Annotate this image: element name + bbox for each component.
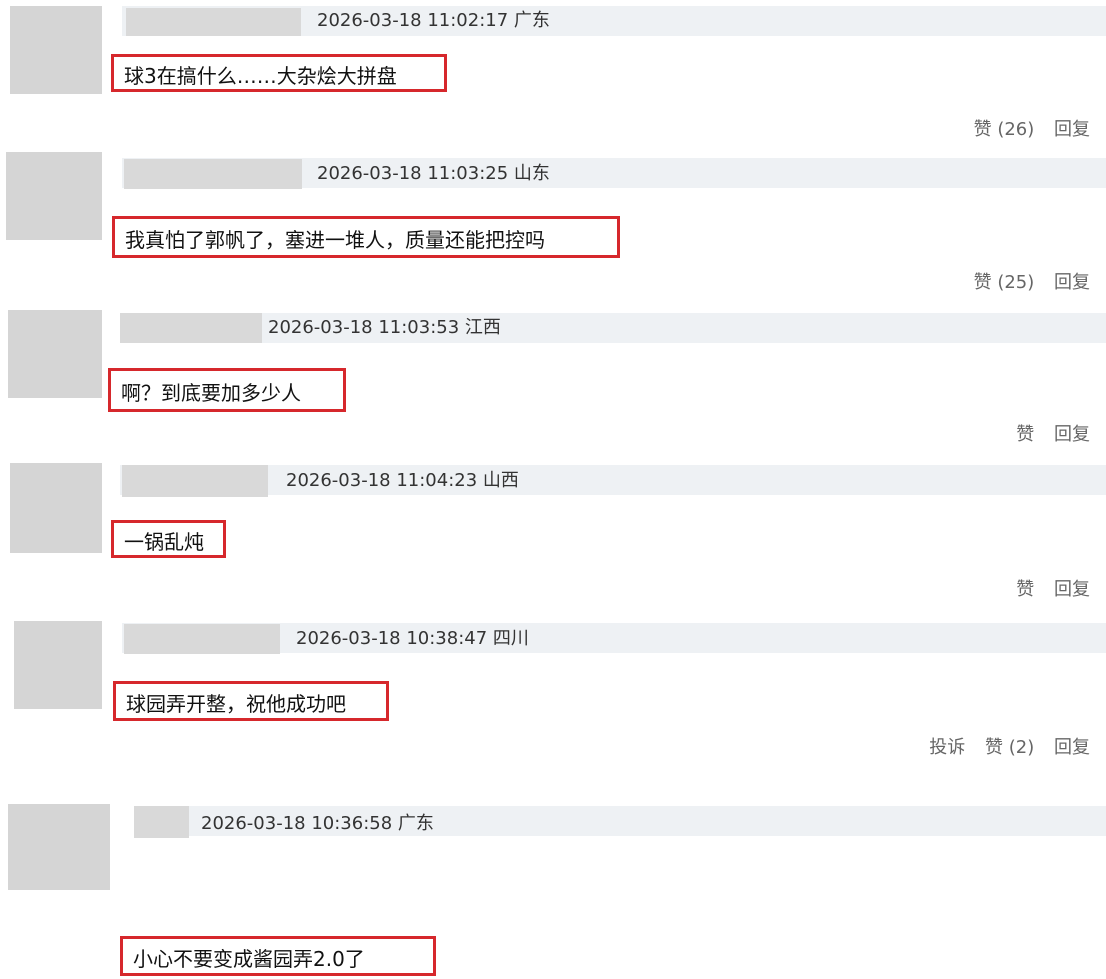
like-label: 赞 [973,119,992,140]
comment-actions: 赞 (25) 回复 [960,268,1090,294]
like-button[interactable]: 赞 [1016,424,1034,445]
location: 广东 [513,10,550,31]
location: 江西 [464,317,501,338]
comment-meta: 2026-03-18 10:36:58 广东 [201,812,434,836]
like-button[interactable]: 赞 (26) [974,119,1035,140]
timestamp: 2026-03-18 11:04:23 [286,470,478,491]
username-redacted[interactable] [124,624,280,654]
reply-button[interactable]: 回复 [1054,579,1090,600]
like-label: 赞 [1016,424,1035,445]
username-redacted[interactable] [126,8,301,36]
avatar[interactable] [10,463,102,553]
like-count: (25) [997,272,1035,293]
reply-button[interactable]: 回复 [1054,272,1090,293]
comment-text: 球园弄开整，祝他成功吧 [113,681,389,721]
timestamp: 2026-03-18 10:36:58 [201,813,393,834]
comment-item: 2026-03-18 11:03:53 江西 啊？到底要加多少人 赞 回复 [0,305,1106,460]
comment-text: 小心不要变成酱园弄2.0了 [120,936,436,976]
location: 四川 [492,628,529,649]
avatar[interactable] [14,621,102,709]
timestamp: 2026-03-18 11:03:53 [268,317,460,338]
comment-text: 球3在搞什么……大杂烩大拼盘 [111,54,447,92]
reply-button[interactable]: 回复 [1054,424,1090,445]
avatar[interactable] [8,804,110,890]
comment-item: 2026-03-18 10:38:47 四川 球园弄开整，祝他成功吧 投诉 赞 … [0,615,1106,800]
username-redacted[interactable] [122,465,268,497]
like-count: (26) [997,119,1035,140]
like-label: 赞 [1016,579,1035,600]
comment-item: 2026-03-18 11:02:17 广东 球3在搞什么……大杂烩大拼盘 赞 … [0,0,1106,150]
avatar[interactable] [8,310,102,398]
comment-meta: 2026-03-18 10:38:47 四川 [296,627,529,651]
comment-meta: 2026-03-18 11:02:17 广东 [317,9,550,33]
comment-text: 啊？到底要加多少人 [108,368,346,412]
like-button[interactable]: 赞 (25) [974,272,1035,293]
comment-item: 2026-03-18 11:03:25 山东 我真怕了郭帆了，塞进一堆人，质量还… [0,150,1106,305]
location: 广东 [397,813,434,834]
comment-meta: 2026-03-18 11:03:53 江西 [268,316,501,340]
reply-button[interactable]: 回复 [1054,119,1090,140]
like-label: 赞 [985,737,1004,758]
comment-item: 2026-03-18 10:36:58 广东 小心不要变成酱园弄2.0了 [0,800,1106,976]
comment-actions: 赞 (26) 回复 [960,115,1090,141]
comment-text: 一锅乱炖 [111,520,226,558]
avatar[interactable] [6,152,102,240]
like-count: (2) [1008,737,1035,758]
like-label: 赞 [973,272,992,293]
like-button[interactable]: 赞 [1016,579,1034,600]
avatar[interactable] [10,6,102,94]
location: 山西 [482,470,519,491]
timestamp: 2026-03-18 11:03:25 [317,163,509,184]
comment-meta: 2026-03-18 11:04:23 山西 [286,469,519,493]
comment-item: 2026-03-18 11:04:23 山西 一锅乱炖 赞 回复 [0,460,1106,615]
username-redacted[interactable] [120,313,262,343]
location: 山东 [513,163,550,184]
username-redacted[interactable] [124,159,302,189]
comment-actions: 赞 回复 [1002,420,1090,446]
timestamp: 2026-03-18 10:38:47 [296,628,488,649]
username-redacted[interactable] [134,806,189,838]
comment-meta: 2026-03-18 11:03:25 山东 [317,162,550,186]
report-button[interactable]: 投诉 [929,737,965,758]
timestamp: 2026-03-18 11:02:17 [317,10,509,31]
comment-actions: 投诉 赞 (2) 回复 [915,733,1090,759]
reply-button[interactable]: 回复 [1054,737,1090,758]
comment-actions: 赞 回复 [1002,575,1090,601]
like-button[interactable]: 赞 (2) [985,737,1034,758]
comment-text: 我真怕了郭帆了，塞进一堆人，质量还能把控吗 [112,216,620,258]
